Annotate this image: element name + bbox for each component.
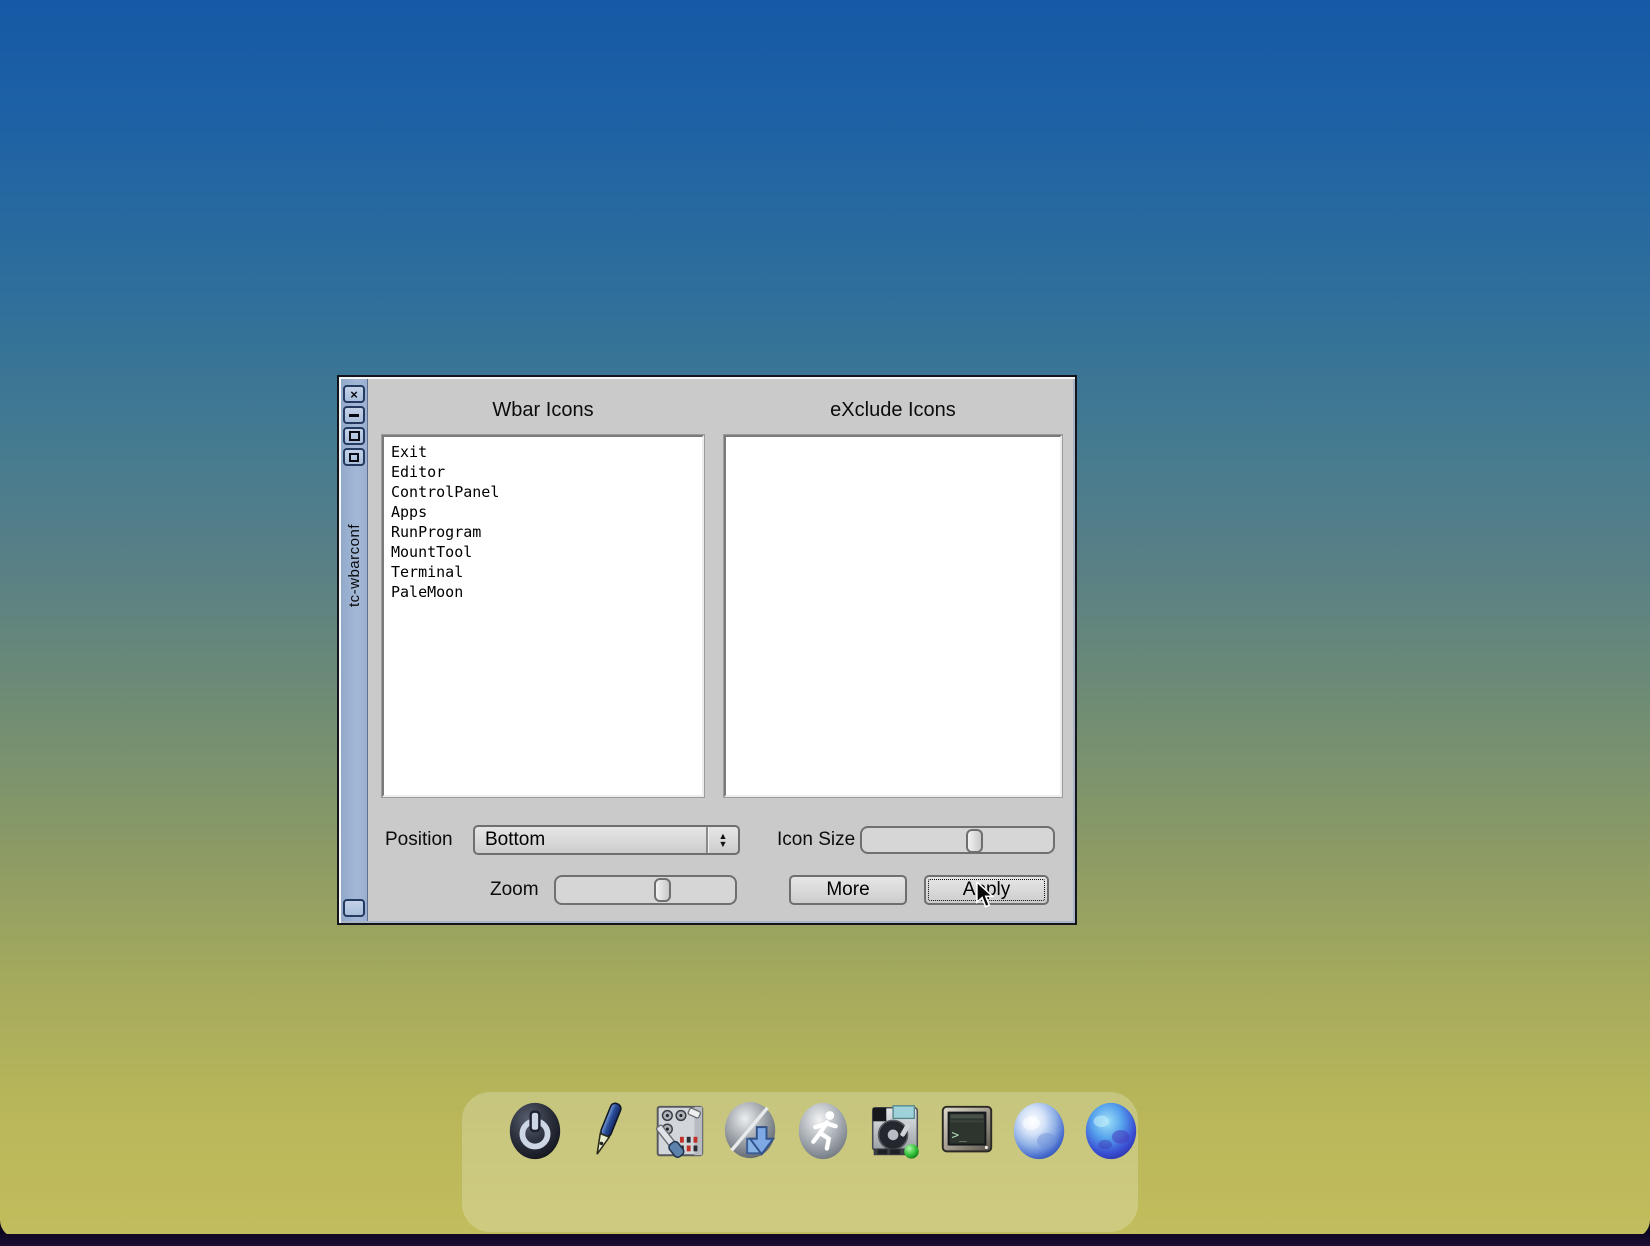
desktop: × tc-wbarconf Wbar Icons eXclude Icons E… [0, 0, 1650, 1246]
shade-icon[interactable] [343, 406, 365, 424]
iconify-glyph [349, 453, 359, 462]
exclude-icons-list[interactable] [724, 435, 1062, 797]
power-icon[interactable] [504, 1100, 566, 1162]
terminal-icon[interactable]: >_ [936, 1100, 998, 1162]
list-item[interactable]: MountTool [391, 542, 695, 562]
position-dropdown[interactable]: Bottom ▲▼ [473, 825, 740, 855]
zoom-slider-handle[interactable] [654, 878, 671, 902]
window-titlebar[interactable]: × tc-wbarconf [341, 379, 368, 921]
zoom-label: Zoom [490, 875, 539, 905]
wbarconf-window: × tc-wbarconf Wbar Icons eXclude Icons E… [337, 375, 1077, 925]
list-item[interactable]: Editor [391, 462, 695, 482]
resize-handle[interactable] [343, 899, 365, 917]
globe-sphere-icon[interactable] [1080, 1100, 1142, 1162]
wbar-icons-header: Wbar Icons [382, 399, 704, 422]
zoom-slider[interactable] [554, 875, 737, 905]
icon-size-label: Icon Size [777, 825, 855, 855]
pen-icon[interactable] [576, 1100, 638, 1162]
moon-sphere-icon[interactable] [1008, 1100, 1070, 1162]
list-item[interactable]: RunProgram [391, 522, 695, 542]
hard-disk-icon[interactable] [864, 1100, 926, 1162]
list-item[interactable]: Apps [391, 502, 695, 522]
exclude-icons-header: eXclude Icons [724, 399, 1062, 422]
close-icon[interactable]: × [343, 385, 365, 403]
svg-text:>_: >_ [952, 1127, 968, 1142]
position-label: Position [385, 825, 453, 855]
dropdown-spinner-icon[interactable]: ▲▼ [706, 827, 738, 853]
more-button[interactable]: More [789, 875, 907, 905]
control-panel-icon[interactable] [648, 1100, 710, 1162]
iconify-icon[interactable] [343, 448, 365, 466]
window-title: tc-wbarconf [341, 471, 368, 661]
mouse-cursor [975, 882, 997, 908]
wbar-icons-list[interactable]: Exit Editor ControlPanel Apps RunProgram… [382, 435, 704, 797]
maximize-glyph [349, 431, 360, 441]
shade-glyph [349, 414, 359, 417]
list-item[interactable]: Exit [391, 442, 695, 462]
icon-size-slider[interactable] [860, 826, 1055, 854]
maximize-icon[interactable] [343, 427, 365, 445]
bottom-screen-bar [0, 1234, 1650, 1246]
position-value: Bottom [485, 827, 545, 853]
list-item[interactable]: Terminal [391, 562, 695, 582]
list-item[interactable]: PaleMoon [391, 582, 695, 602]
runner-sphere-icon[interactable] [792, 1100, 854, 1162]
icon-size-slider-handle[interactable] [966, 829, 983, 853]
download-sphere-icon[interactable] [720, 1100, 782, 1162]
list-item[interactable]: ControlPanel [391, 482, 695, 502]
